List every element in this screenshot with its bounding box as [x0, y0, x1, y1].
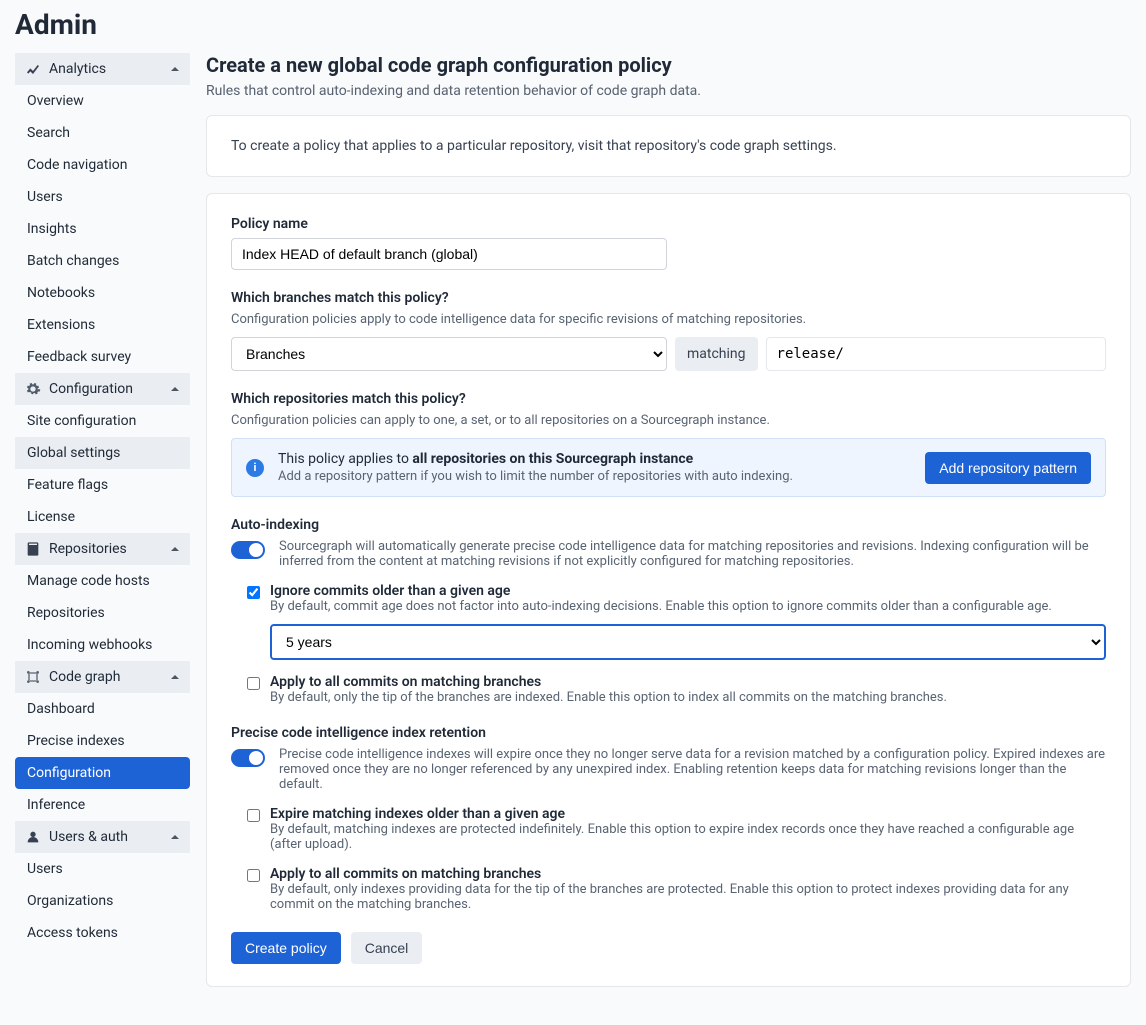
form-card: Policy name Which branches match this po… [206, 193, 1131, 987]
retention-toggle[interactable] [231, 749, 265, 767]
nav-item-global-settings[interactable]: Global settings [15, 437, 190, 469]
autoindex-help: Sourcegraph will automatically generate … [279, 539, 1106, 569]
retention-all-commits-checkbox[interactable] [247, 869, 260, 882]
nav-item-access-tokens[interactable]: Access tokens [15, 917, 190, 949]
branches-section: Which branches match this policy? Config… [231, 290, 1106, 371]
nav-item-users[interactable]: Users [15, 181, 190, 213]
nav-item-site-configuration[interactable]: Site configuration [15, 405, 190, 437]
repos-label: Which repositories match this policy? [231, 391, 1106, 407]
nav-item-search[interactable]: Search [15, 117, 190, 149]
alert-prefix: This policy applies to [278, 451, 412, 467]
nav-item-license[interactable]: License [15, 501, 190, 533]
nav-section-analytics[interactable]: Analytics [15, 53, 190, 85]
autoindex-section: Auto-indexing Sourcegraph will automatic… [231, 517, 1106, 705]
nav-section-repositories[interactable]: Repositories [15, 533, 190, 565]
form-title: Create a new global code graph configura… [206, 53, 1131, 77]
branch-pattern-input[interactable] [766, 337, 1106, 371]
info-text: To create a policy that applies to a par… [231, 138, 837, 154]
nav-item-repositories[interactable]: Repositories [15, 597, 190, 629]
info-card: To create a policy that applies to a par… [206, 115, 1131, 177]
nav-item-users[interactable]: Users [15, 853, 190, 885]
form-actions: Create policy Cancel [231, 932, 1106, 964]
policy-name-input[interactable] [231, 238, 667, 270]
nav-section-configuration[interactable]: Configuration [15, 373, 190, 405]
nav-item-batch-changes[interactable]: Batch changes [15, 245, 190, 277]
nav-item-code-navigation[interactable]: Code navigation [15, 149, 190, 181]
page-title: Admin [0, 0, 1146, 53]
alert-suffix: on this Sourcegraph instance [506, 451, 693, 467]
retention-help: Precise code intelligence indexes will e… [279, 747, 1106, 792]
expire-age-help: By default, matching indexes are protect… [270, 822, 1106, 852]
nav-item-configuration[interactable]: Configuration [15, 757, 190, 789]
nav-item-manage-code-hosts[interactable]: Manage code hosts [15, 565, 190, 597]
nav-item-insights[interactable]: Insights [15, 213, 190, 245]
autoindex-all-commits-checkbox[interactable] [247, 677, 260, 690]
policy-name-label: Policy name [231, 216, 1106, 232]
autoindex-all-commits-label: Apply to all commits on matching branche… [270, 674, 1106, 690]
autoindex-toggle[interactable] [231, 541, 265, 559]
nav-item-feature-flags[interactable]: Feature flags [15, 469, 190, 501]
branch-type-select[interactable]: Branches [231, 337, 667, 371]
nav-item-inference[interactable]: Inference [15, 789, 190, 821]
nav-section-users-auth[interactable]: Users & auth [15, 821, 190, 853]
retention-label: Precise code intelligence index retentio… [231, 725, 1106, 741]
ignore-age-checkbox[interactable] [247, 586, 260, 599]
nav-item-extensions[interactable]: Extensions [15, 309, 190, 341]
nav-item-organizations[interactable]: Organizations [15, 885, 190, 917]
admin-sidebar: AnalyticsOverviewSearchCode navigationUs… [15, 53, 190, 1003]
retention-all-commits-label: Apply to all commits on matching branche… [270, 866, 1106, 882]
nav-item-overview[interactable]: Overview [15, 85, 190, 117]
retention-all-commits-help: By default, only indexes providing data … [270, 882, 1106, 912]
branches-label: Which branches match this policy? [231, 290, 1106, 306]
nav-item-incoming-webhooks[interactable]: Incoming webhooks [15, 629, 190, 661]
nav-item-precise-indexes[interactable]: Precise indexes [15, 725, 190, 757]
nav-item-notebooks[interactable]: Notebooks [15, 277, 190, 309]
nav-item-feedback-survey[interactable]: Feedback survey [15, 341, 190, 373]
ignore-age-help: By default, commit age does not factor i… [270, 599, 1106, 614]
expire-age-checkbox[interactable] [247, 809, 260, 822]
main-content: Create a new global code graph configura… [206, 53, 1131, 1003]
expire-age-label: Expire matching indexes older than a giv… [270, 806, 1106, 822]
alert-sub: Add a repository pattern if you wish to … [278, 469, 911, 484]
nav-item-dashboard[interactable]: Dashboard [15, 693, 190, 725]
ignore-age-select[interactable]: 5 years [270, 624, 1106, 660]
retention-section: Precise code intelligence index retentio… [231, 725, 1106, 912]
cancel-button[interactable]: Cancel [351, 932, 423, 964]
repos-section: Which repositories match this policy? Co… [231, 391, 1106, 497]
autoindex-all-commits-help: By default, only the tip of the branches… [270, 690, 1106, 705]
create-policy-button[interactable]: Create policy [231, 932, 341, 964]
add-repo-pattern-button[interactable]: Add repository pattern [925, 452, 1091, 484]
autoindex-label: Auto-indexing [231, 517, 1106, 533]
branches-help: Configuration policies apply to code int… [231, 312, 1106, 327]
form-subtitle: Rules that control auto-indexing and dat… [206, 83, 1131, 99]
info-icon: i [246, 459, 264, 477]
alert-bold: all repositories [412, 451, 506, 467]
repos-help: Configuration policies can apply to one,… [231, 413, 1106, 428]
policy-name-section: Policy name [231, 216, 1106, 270]
repos-alert: i This policy applies to all repositorie… [231, 438, 1106, 497]
matching-label: matching [675, 337, 758, 371]
nav-section-code-graph[interactable]: Code graph [15, 661, 190, 693]
ignore-age-label: Ignore commits older than a given age [270, 583, 1106, 599]
